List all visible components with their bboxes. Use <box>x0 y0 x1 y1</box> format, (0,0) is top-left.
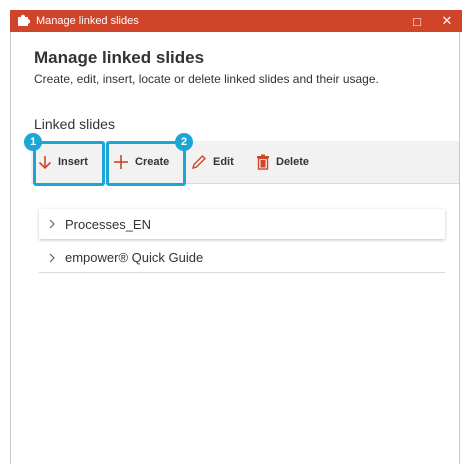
create-label: Create <box>135 156 170 168</box>
dialog-window: Manage linked slides □ ✕ Manage linked s… <box>10 10 462 464</box>
close-button[interactable]: ✕ <box>432 10 462 32</box>
maximize-button[interactable]: □ <box>402 10 432 32</box>
arrow-down-icon <box>38 156 52 170</box>
page-title: Manage linked slides <box>34 48 205 67</box>
linked-slides-tree: Processes_EN empower® Quick Guide <box>39 209 445 273</box>
section-label: Linked slides <box>34 116 115 132</box>
edit-button[interactable]: Edit <box>191 150 234 174</box>
puzzle-piece-icon <box>18 14 31 26</box>
tree-item-label: Processes_EN <box>65 216 151 232</box>
toolbar: Insert Create Edit Delete <box>31 141 459 184</box>
create-button[interactable]: Create <box>107 150 184 174</box>
insert-button[interactable]: Insert <box>34 150 103 174</box>
plus-icon <box>114 155 128 169</box>
insert-label: Insert <box>58 156 88 168</box>
trash-icon <box>257 154 269 170</box>
edit-label: Edit <box>213 156 234 168</box>
callout-badge-2: 2 <box>175 133 193 151</box>
chevron-right-icon[interactable] <box>39 219 65 229</box>
pencil-icon <box>191 155 206 170</box>
title-bar[interactable]: Manage linked slides □ ✕ <box>10 10 462 32</box>
tree-item-label: empower® Quick Guide <box>65 250 204 265</box>
delete-label: Delete <box>276 156 310 168</box>
tree-item-processes-en[interactable]: Processes_EN <box>39 209 445 239</box>
delete-button[interactable]: Delete <box>256 150 309 174</box>
window-title: Manage linked slides <box>36 15 139 27</box>
chevron-right-icon[interactable] <box>39 253 65 263</box>
tree-item-quick-guide[interactable]: empower® Quick Guide <box>39 243 445 273</box>
page-subtitle: Create, edit, insert, locate or delete l… <box>34 72 379 86</box>
callout-badge-1: 1 <box>24 133 42 151</box>
